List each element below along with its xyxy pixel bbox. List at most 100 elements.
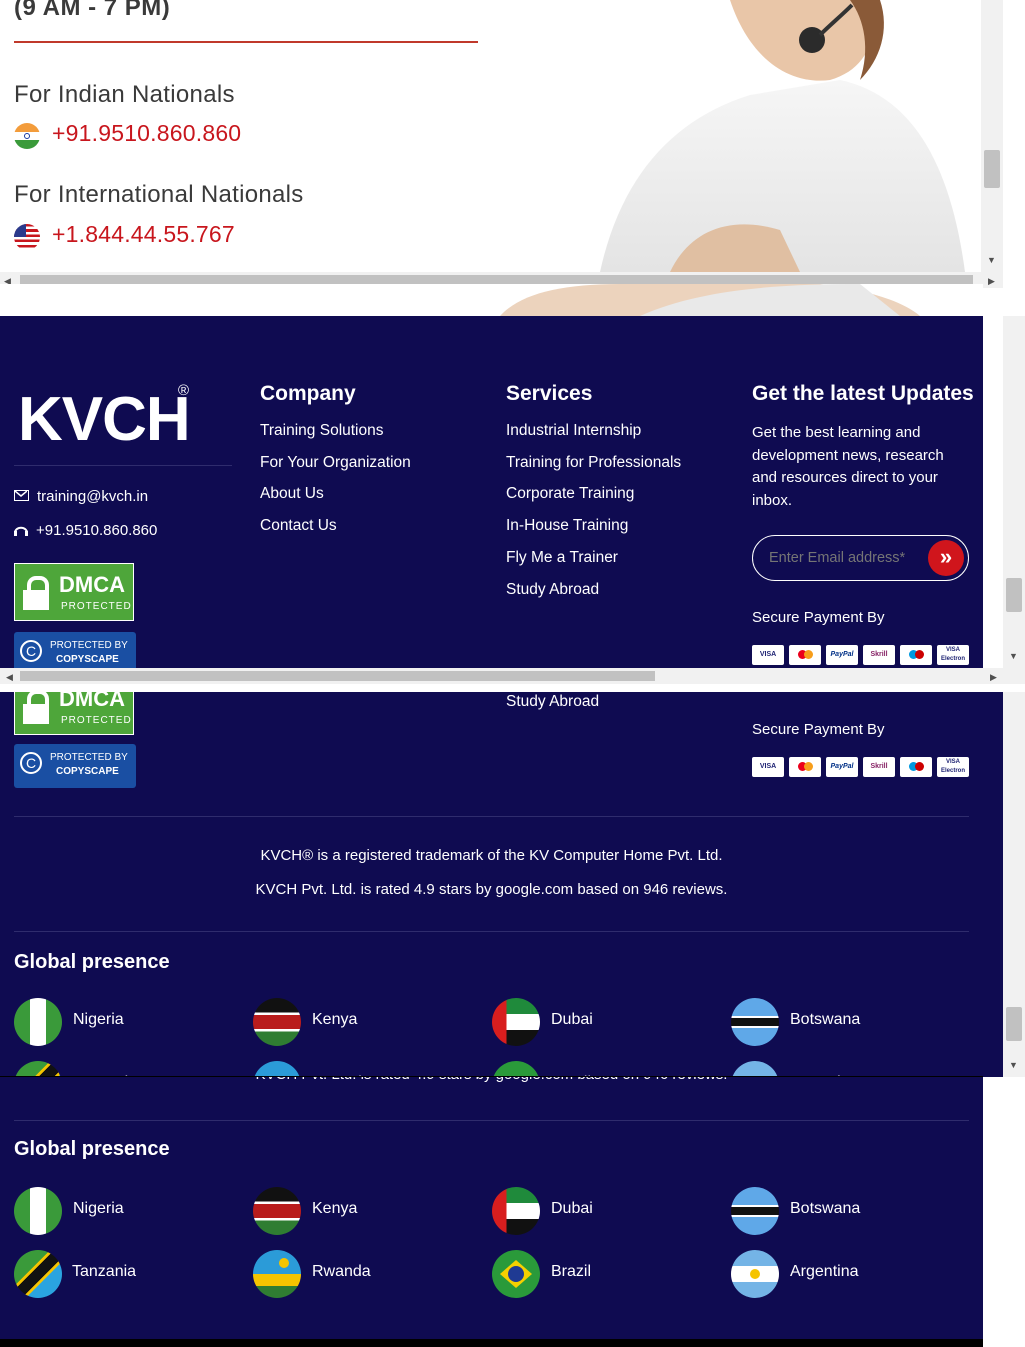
international-phone-link[interactable]: +1.844.44.55.767 bbox=[52, 221, 235, 248]
nigeria-flag-icon bbox=[14, 998, 62, 1046]
global-presence-heading: Global presence bbox=[14, 951, 170, 973]
newsletter-form: » bbox=[752, 535, 969, 581]
country-tanzania[interactable]: Tanzania bbox=[14, 1061, 214, 1077]
services-link[interactable]: Industrial Internship bbox=[506, 422, 641, 440]
kenya-flag-icon bbox=[253, 998, 301, 1046]
dmca-badge[interactable]: DMCA PROTECTED bbox=[14, 563, 134, 621]
footer-top: KVCH ® training@kvch.in +91.9510.860.860… bbox=[0, 316, 983, 668]
vertical-scrollbar[interactable]: ▼ bbox=[1003, 316, 1025, 668]
company-link[interactable]: Training Solutions bbox=[260, 422, 384, 440]
argentina-flag-icon bbox=[731, 1061, 779, 1077]
nigeria-flag-icon bbox=[14, 1187, 62, 1235]
copyright-icon: C bbox=[20, 752, 42, 774]
services-link[interactable]: In-House Training bbox=[506, 517, 628, 535]
country-brazil[interactable]: Brazil bbox=[492, 1061, 692, 1077]
mastercard-icon bbox=[789, 645, 821, 665]
maestro-icon bbox=[900, 757, 932, 777]
secure-payment-label: Secure Payment By bbox=[752, 721, 885, 738]
indian-heading: For Indian Nationals bbox=[14, 81, 235, 108]
horizontal-scrollbar[interactable]: ◀ ▶ bbox=[0, 668, 1025, 684]
updates-description: Get the best learning and development ne… bbox=[752, 424, 944, 509]
country-nigeria[interactable]: Nigeria bbox=[14, 998, 214, 1048]
footer-middle: DMCA PROTECTED C PROTECTED BY COPYSCAPE … bbox=[0, 692, 1003, 1077]
company-link[interactable]: Contact Us bbox=[260, 517, 337, 535]
payment-methods: VISA PayPal Skrill VISA Electron bbox=[752, 757, 969, 777]
indian-phone-link[interactable]: +91.9510.860.860 bbox=[52, 120, 241, 147]
email-input[interactable] bbox=[767, 546, 921, 570]
argentina-flag-icon bbox=[731, 1250, 779, 1298]
support-agent-image bbox=[580, 0, 1003, 272]
kenya-flag-icon bbox=[253, 1187, 301, 1235]
visa-icon: VISA bbox=[752, 645, 784, 665]
country-kenya[interactable]: Kenya bbox=[253, 998, 453, 1048]
services-link[interactable]: Study Abroad bbox=[506, 581, 599, 599]
services-link[interactable]: Study Abroad bbox=[506, 693, 599, 711]
visa-electron-icon: VISA Electron bbox=[937, 645, 969, 665]
subscribe-button[interactable]: » bbox=[928, 540, 964, 576]
footer-phone-link[interactable]: +91.9510.860.860 bbox=[36, 522, 157, 539]
company-heading: Company bbox=[260, 382, 356, 405]
country-dubai[interactable]: Dubai bbox=[492, 998, 692, 1048]
headset-icon bbox=[14, 523, 28, 541]
skrill-icon: Skrill bbox=[863, 645, 895, 665]
brazil-flag-icon bbox=[492, 1061, 540, 1077]
international-heading: For International Nationals bbox=[14, 181, 304, 208]
copyscape-badge[interactable]: C PROTECTED BY COPYSCAPE bbox=[14, 632, 136, 668]
country-nigeria[interactable]: Nigeria bbox=[14, 1187, 214, 1237]
company-link[interactable]: For Your Organization bbox=[260, 454, 411, 472]
usa-flag-icon bbox=[14, 224, 40, 250]
maestro-icon bbox=[900, 645, 932, 665]
hours-text: (9 AM - 7 PM) bbox=[14, 0, 171, 21]
skrill-icon: Skrill bbox=[863, 757, 895, 777]
rwanda-flag-icon bbox=[253, 1250, 301, 1298]
copyright-icon: C bbox=[20, 640, 42, 662]
country-argentina[interactable]: Argentina bbox=[731, 1250, 931, 1300]
country-botswana[interactable]: Botswana bbox=[731, 1187, 931, 1237]
visa-electron-icon: VISA Electron bbox=[937, 757, 969, 777]
rwanda-flag-icon bbox=[253, 1061, 301, 1077]
red-divider bbox=[14, 41, 478, 43]
tanzania-flag-icon bbox=[14, 1061, 62, 1077]
updates-heading: Get the latest Updates bbox=[752, 382, 974, 405]
lock-icon bbox=[23, 692, 49, 724]
kvch-logo[interactable]: KVCH ® bbox=[18, 382, 191, 455]
contact-section: (9 AM - 7 PM) For Indian Nationals +91.9… bbox=[0, 0, 1003, 272]
visa-icon: VISA bbox=[752, 757, 784, 777]
country-kenya[interactable]: Kenya bbox=[253, 1187, 453, 1237]
country-rwanda[interactable]: Rwanda bbox=[253, 1250, 453, 1300]
botswana-flag-icon bbox=[731, 998, 779, 1046]
lock-icon bbox=[23, 576, 49, 610]
country-brazil[interactable]: Brazil bbox=[492, 1250, 692, 1300]
company-link[interactable]: About Us bbox=[260, 485, 324, 503]
rating-text: KVCH Pvt. Ltd. is rated 4.9 stars by goo… bbox=[14, 1077, 969, 1083]
copyscape-badge[interactable]: C PROTECTED BY COPYSCAPE bbox=[14, 744, 136, 788]
country-tanzania[interactable]: Tanzania bbox=[14, 1250, 214, 1300]
secure-payment-label: Secure Payment By bbox=[752, 609, 885, 626]
paypal-icon: PayPal bbox=[826, 757, 858, 777]
trademark-text: KVCH® is a registered trademark of the K… bbox=[260, 847, 723, 864]
services-link[interactable]: Corporate Training bbox=[506, 485, 634, 503]
country-rwanda[interactable]: Rwanda bbox=[253, 1061, 453, 1077]
services-heading: Services bbox=[506, 382, 593, 405]
mail-icon bbox=[14, 490, 29, 501]
brazil-flag-icon bbox=[492, 1250, 540, 1298]
uae-flag-icon bbox=[492, 998, 540, 1046]
country-botswana[interactable]: Botswana bbox=[731, 998, 931, 1048]
global-presence-heading: Global presence bbox=[14, 1138, 170, 1160]
footer-bottom: KVCH Pvt. Ltd. is rated 4.9 stars by goo… bbox=[0, 1077, 983, 1347]
footer-email-link[interactable]: training@kvch.in bbox=[37, 488, 148, 505]
vertical-scrollbar[interactable]: ▼ bbox=[981, 0, 1003, 272]
india-flag-icon bbox=[14, 123, 40, 149]
dmca-badge[interactable]: DMCA PROTECTED bbox=[14, 692, 134, 735]
botswana-flag-icon bbox=[731, 1187, 779, 1235]
tanzania-flag-icon bbox=[14, 1250, 62, 1298]
country-argentina[interactable]: Argentina bbox=[731, 1061, 931, 1077]
payment-methods: VISA PayPal Skrill VISA Electron bbox=[752, 645, 969, 665]
uae-flag-icon bbox=[492, 1187, 540, 1235]
vertical-scrollbar[interactable]: ▼ bbox=[1003, 692, 1025, 1077]
country-dubai[interactable]: Dubai bbox=[492, 1187, 692, 1237]
double-chevron-right-icon: » bbox=[939, 544, 953, 569]
services-link[interactable]: Fly Me a Trainer bbox=[506, 549, 618, 567]
rating-text: KVCH Pvt. Ltd. is rated 4.9 stars by goo… bbox=[255, 881, 728, 898]
services-link[interactable]: Training for Professionals bbox=[506, 454, 681, 472]
